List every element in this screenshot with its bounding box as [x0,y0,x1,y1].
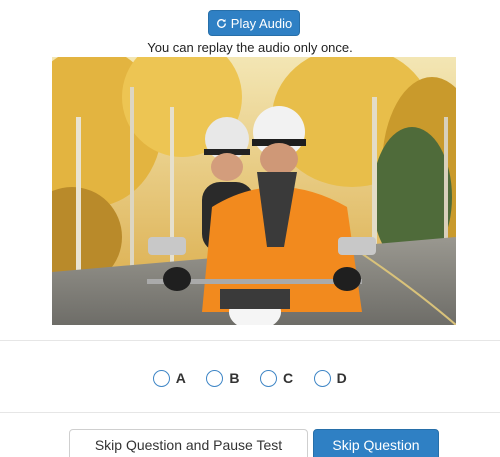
option-a-radio[interactable] [152,369,170,387]
option-c-label: C [283,370,294,386]
option-b[interactable]: B [206,366,240,390]
question-photo [52,57,456,325]
answer-options: A B C D [0,366,500,390]
option-a[interactable]: A [152,366,187,390]
option-c-radio[interactable] [260,369,277,387]
skip-question-button[interactable]: Skip Question [313,429,439,457]
replay-note: You can replay the audio only once. [147,40,353,55]
option-d[interactable]: D [313,366,348,390]
option-c[interactable]: C [260,366,294,390]
option-b-label: B [229,370,240,386]
motorcycle-riders-photo [52,57,456,325]
option-a-label: A [175,370,187,386]
play-audio-button[interactable]: Play Audio [208,10,300,36]
play-audio-label: Play Audio [230,15,293,31]
option-d-radio[interactable] [313,369,331,387]
option-b-radio[interactable] [206,369,224,387]
divider-top [0,340,500,341]
option-d-label: D [336,370,348,386]
refresh-icon [216,18,226,28]
divider-bottom [0,412,500,413]
skip-and-pause-button[interactable]: Skip Question and Pause Test [69,429,308,457]
